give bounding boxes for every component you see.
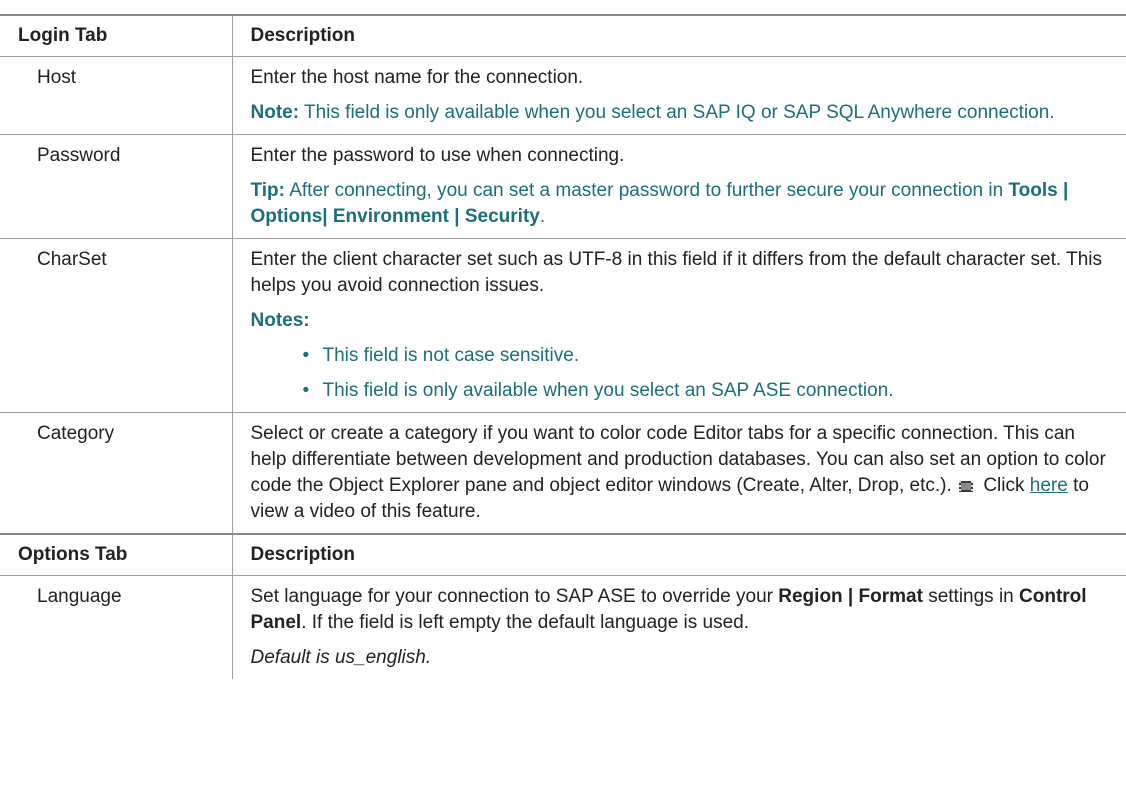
table-row-language: Language Set language for your connectio… [0, 575, 1126, 679]
category-text-2: Click [978, 475, 1030, 496]
video-link[interactable]: here [1030, 475, 1068, 496]
description-header: Description [231, 533, 1126, 576]
default-language-text: Default is us_english. [250, 647, 432, 668]
language-default: Default is us_english. [251, 645, 1115, 671]
tip-text-2: . [539, 206, 546, 227]
description-header: Description [231, 14, 1126, 57]
field-desc-host: Enter the host name for the connection. … [231, 56, 1126, 135]
charset-description: Enter the client character set such as U… [250, 249, 1103, 296]
table-row-category: Category Select or create a category if … [0, 412, 1126, 535]
tip-label: Tip: [250, 180, 285, 201]
login-tab-header: Login Tab [0, 14, 232, 57]
options-tab-header: Options Tab [0, 533, 232, 576]
field-desc-charset: Enter the client character set such as U… [231, 238, 1126, 413]
field-name-password: Password [0, 134, 232, 239]
region-format: Region | Format [778, 586, 923, 607]
options-tab-header-row: Options Tab Description [0, 533, 1126, 576]
note-label: Note: [250, 102, 300, 123]
options-table: Login Tab Description Host Enter the hos… [0, 14, 1126, 679]
language-description: Set language for your connection to SAP … [251, 584, 1115, 636]
field-name-charset: CharSet [0, 238, 232, 413]
note-text: This field is only available when you se… [299, 102, 1055, 123]
language-text-2: settings in [922, 586, 1020, 607]
video-icon [959, 481, 974, 492]
table-row-password: Password Enter the password to use when … [0, 134, 1126, 239]
table-row-charset: CharSet Enter the client character set s… [0, 238, 1126, 413]
notes-list: This field is not case sensitive. This f… [251, 343, 1115, 404]
tip-text-1: After connecting, you can set a master p… [284, 180, 1009, 201]
password-description: Enter the password to use when connectin… [250, 145, 625, 166]
field-desc-language: Set language for your connection to SAP … [231, 575, 1126, 679]
language-text-1: Set language for your connection to SAP … [250, 586, 779, 607]
host-description: Enter the host name for the connection. [250, 67, 584, 88]
list-item: This field is only available when you se… [251, 378, 1115, 404]
notes-label: Notes: [250, 310, 310, 331]
language-text-3: . If the field is left empty the default… [301, 612, 750, 633]
field-desc-category: Select or create a category if you want … [231, 412, 1126, 535]
table-row-host: Host Enter the host name for the connect… [0, 56, 1126, 135]
password-tip: Tip: After connecting, you can set a mas… [251, 178, 1115, 230]
field-name-host: Host [0, 56, 232, 135]
field-name-language: Language [37, 586, 122, 607]
host-note: Note: This field is only available when … [251, 100, 1115, 126]
login-tab-header-row: Login Tab Description [0, 14, 1126, 57]
field-name-category: Category [0, 412, 232, 535]
field-desc-password: Enter the password to use when connectin… [231, 134, 1126, 239]
list-item: This field is not case sensitive. [251, 343, 1115, 369]
category-description: Select or create a category if you want … [251, 421, 1115, 525]
